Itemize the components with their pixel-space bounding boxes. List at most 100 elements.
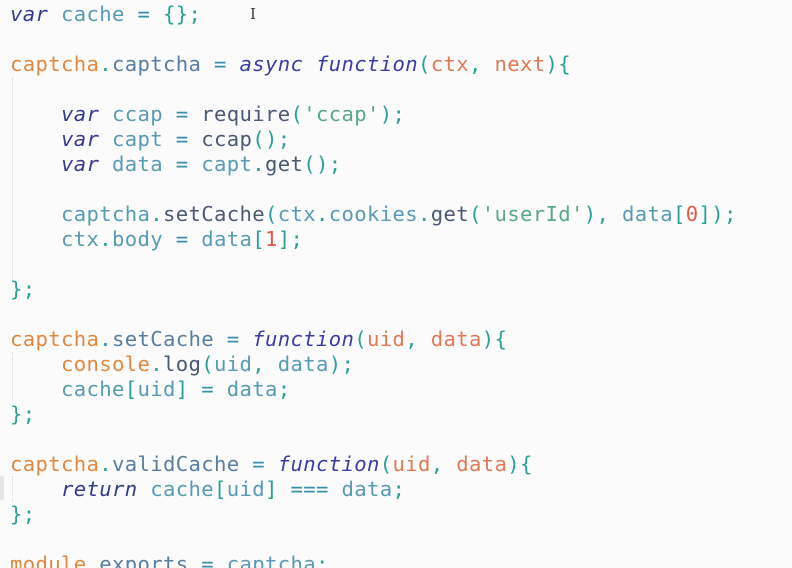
code-token: ;	[316, 552, 329, 568]
code-token: (	[290, 102, 304, 126]
code-token: =	[175, 127, 189, 151]
code-token: .	[418, 202, 431, 226]
code-token: cookies	[328, 202, 418, 226]
code-token: ,	[430, 452, 457, 476]
code-token: log	[163, 352, 202, 376]
code-token: captcha	[61, 202, 151, 226]
code-line[interactable]: console.log(uid, data);	[10, 352, 354, 377]
code-editor[interactable]: var cache = {}; captcha.captcha = async f…	[0, 0, 792, 568]
code-token: cache	[61, 377, 125, 401]
code-token: ccap	[201, 127, 253, 151]
code-token: (	[379, 452, 393, 476]
code-token: ();	[252, 127, 291, 151]
code-line[interactable]: captcha.captcha = async function(ctx, ne…	[10, 52, 571, 77]
text-cursor-icon: I	[250, 5, 257, 23]
code-token: ];	[277, 227, 304, 251]
code-token: );	[379, 102, 406, 126]
code-token: cache	[150, 477, 214, 501]
code-token: ,	[469, 52, 495, 76]
code-token: 'userId'	[481, 202, 584, 226]
code-token: return	[61, 477, 138, 501]
code-token: setCache	[163, 202, 265, 226]
code-token: var	[10, 2, 49, 26]
code-token: .	[99, 227, 112, 251]
code-token: .	[99, 452, 112, 476]
code-line[interactable]: var capt = ccap();	[10, 127, 291, 152]
code-token: module	[10, 552, 87, 568]
code-token: require	[201, 102, 291, 126]
code-token: ,	[405, 327, 431, 351]
code-token: ccap	[112, 102, 163, 126]
current-line-marker	[0, 476, 4, 500]
code-token: =	[201, 552, 214, 568]
code-line[interactable]: var cache = {};	[10, 2, 201, 27]
code-token: =	[175, 152, 189, 176]
code-token: var	[61, 102, 100, 126]
code-token: ();	[303, 152, 342, 176]
code-token: function	[316, 52, 418, 76]
code-line[interactable]: var ccap = require('ccap');	[10, 102, 405, 127]
code-token: };	[10, 277, 36, 301]
code-token: .	[150, 202, 163, 226]
code-token: =	[175, 227, 189, 251]
code-line[interactable]: };	[10, 502, 36, 527]
code-line[interactable]: captcha.setCache(ctx.cookies.get('userId…	[10, 202, 737, 227]
code-line[interactable]: var data = capt.get();	[10, 152, 342, 177]
code-token: uid	[392, 452, 431, 476]
code-token: function	[277, 452, 380, 476]
code-token: next	[494, 52, 546, 76]
code-token: data	[277, 352, 329, 376]
code-token: data	[430, 327, 482, 351]
code-token: var	[61, 152, 100, 176]
code-token: =	[226, 327, 240, 351]
code-line[interactable]: captcha.setCache = function(uid, data){	[10, 327, 507, 352]
code-token: captcha	[112, 52, 202, 76]
code-token: ===	[290, 477, 329, 501]
code-line[interactable]: captcha.validCache = function(uid, data)…	[10, 452, 533, 477]
code-token: captcha	[226, 552, 316, 568]
code-token: );	[328, 352, 355, 376]
code-token: setCache	[112, 327, 214, 351]
code-line[interactable]: return cache[uid] === data;	[10, 477, 405, 502]
code-token: 'ccap'	[303, 102, 380, 126]
code-token: (	[418, 52, 431, 76]
code-token: uid	[137, 377, 176, 401]
code-token: [	[124, 377, 138, 401]
code-token: exports	[99, 552, 189, 568]
code-token: capt	[112, 127, 163, 151]
code-token: .	[252, 152, 265, 176]
code-token: =	[137, 2, 151, 26]
code-line[interactable]: cache[uid] = data;	[10, 377, 291, 402]
code-line[interactable]: };	[10, 277, 36, 302]
code-line[interactable]: ctx.body = data[1];	[10, 227, 303, 252]
code-line[interactable]: module.exports = captcha;	[10, 552, 329, 568]
code-token: 1	[265, 227, 278, 251]
code-line[interactable]: };	[10, 402, 36, 427]
code-token: uid	[367, 327, 406, 351]
code-token: body	[112, 227, 163, 251]
code-token: (	[354, 327, 367, 351]
code-token: .	[316, 202, 329, 226]
code-token: captcha	[10, 327, 100, 351]
code-token: =	[252, 452, 265, 476]
